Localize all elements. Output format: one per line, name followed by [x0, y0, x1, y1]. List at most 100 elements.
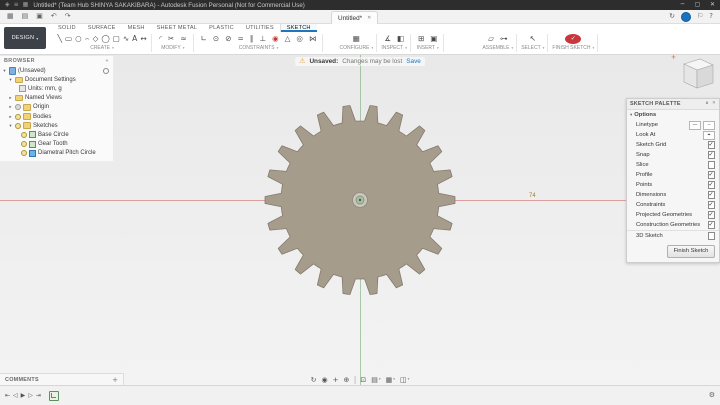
zoom-icon[interactable]: ⊕	[343, 376, 349, 384]
midpoint-constraint-icon[interactable]: △	[282, 35, 294, 43]
step-forward-icon[interactable]: ▷	[28, 392, 33, 399]
slice-checkbox[interactable]	[707, 161, 715, 169]
add-comment-icon[interactable]: +	[112, 376, 118, 384]
new-component-icon[interactable]: ▱	[485, 35, 497, 43]
visibility-bulb-icon[interactable]	[21, 150, 27, 157]
select-dropdown[interactable]: SELECT	[521, 45, 544, 51]
app-logo-icon[interactable]: ◈	[5, 2, 10, 8]
close-tab-icon[interactable]: ✕	[367, 15, 371, 21]
caret-down-icon[interactable]	[2, 68, 7, 74]
orbit-icon[interactable]: ↻	[311, 376, 317, 384]
visibility-bulb-icon[interactable]	[15, 104, 21, 111]
dimensions-checkbox[interactable]	[707, 191, 715, 199]
notification-icon[interactable]: ⚐	[697, 13, 703, 20]
component-color-swatch-icon[interactable]	[103, 67, 109, 74]
tab-sketch[interactable]: SKETCH	[279, 23, 317, 32]
solid-linetype-icon[interactable]: —	[689, 120, 701, 130]
tab-surface[interactable]: SURFACE	[82, 23, 122, 32]
finish-sketch-icon[interactable]: ✓	[565, 33, 582, 44]
offset-icon[interactable]: ≈	[177, 35, 189, 43]
assemble-dropdown[interactable]: ASSEMBLE	[482, 45, 513, 51]
dimension-icon[interactable]: ↔	[139, 35, 148, 43]
display-settings-icon[interactable]: ▤	[371, 376, 380, 384]
user-avatar[interactable]	[681, 11, 691, 22]
visibility-bulb-icon[interactable]	[21, 131, 27, 138]
browser-item-document-settings[interactable]: Document Settings	[0, 75, 113, 84]
caret-right-icon[interactable]	[8, 114, 13, 120]
browser-item-bodies[interactable]: Bodies	[0, 112, 113, 121]
construction-linetype-icon[interactable]: ╌	[703, 120, 715, 130]
section-analysis-icon[interactable]: ◧	[394, 35, 407, 43]
polygon-icon[interactable]: ◇	[91, 35, 100, 43]
browser-item-diametral-pitch-circle[interactable]: Diametral Pitch Circle	[0, 149, 113, 158]
tab-utilities[interactable]: UTILITIES	[240, 23, 280, 32]
visibility-bulb-icon[interactable]	[21, 141, 27, 148]
caret-down-icon[interactable]	[8, 77, 13, 83]
inspect-dropdown[interactable]: INSPECT	[381, 45, 406, 51]
browser-item-units[interactable]: Units: mm, g	[0, 84, 113, 93]
tab-plastic[interactable]: PLASTIC	[203, 23, 240, 32]
maximize-button[interactable]: ▢	[690, 0, 705, 10]
symmetry-constraint-icon[interactable]: ⋈	[306, 35, 320, 43]
spline-icon[interactable]: ∿	[121, 35, 130, 43]
browser-item-base-circle[interactable]: Base Circle	[0, 130, 113, 139]
insert-dropdown[interactable]: INSERT	[417, 45, 439, 51]
palette-options-section[interactable]: Options	[627, 110, 719, 120]
modify-dropdown[interactable]: MODIFY	[161, 45, 184, 51]
configure-dropdown[interactable]: CONFIGURE	[339, 45, 373, 51]
fillet-icon[interactable]: ◜	[156, 35, 165, 43]
close-palette-icon[interactable]: ✕	[712, 101, 716, 107]
rectangle-icon[interactable]: ▭	[64, 35, 74, 43]
timeline-settings-gear-icon[interactable]: ⚙	[709, 392, 715, 399]
step-back-icon[interactable]: ◁	[13, 392, 18, 399]
save-icon[interactable]: ▣	[33, 13, 46, 20]
pan-icon[interactable]: +	[333, 376, 339, 384]
joint-icon[interactable]: ⊶	[497, 35, 511, 43]
browser-item-named-views[interactable]: Named Views	[0, 94, 113, 103]
gear-center-point[interactable]	[358, 198, 362, 202]
dock-browser-icon[interactable]: «	[105, 58, 109, 64]
constraints-checkbox[interactable]	[707, 201, 715, 209]
line-icon[interactable]: ╲	[56, 35, 64, 43]
data-panel-icon[interactable]: ▦	[4, 13, 17, 20]
caret-down-icon[interactable]	[8, 123, 13, 129]
tangent-constraint-icon[interactable]: ⊘	[222, 35, 234, 43]
snap-checkbox[interactable]	[707, 151, 715, 159]
coincident-constraint-icon[interactable]: ⊙	[210, 35, 222, 43]
grid-settings-icon[interactable]: ▦	[386, 376, 395, 384]
parallel-constraint-icon[interactable]: ∥	[247, 35, 257, 43]
window-switch-icon[interactable]: ▦	[23, 2, 29, 8]
minimize-button[interactable]: ─	[675, 0, 690, 10]
fix-lock-constraint-icon[interactable]: ◉	[269, 35, 282, 43]
select-icon[interactable]: ↖	[527, 35, 539, 43]
3d-sketch-checkbox[interactable]	[707, 232, 715, 240]
projected-geometries-checkbox[interactable]	[707, 211, 715, 219]
finish-sketch-button[interactable]: Finish Sketch	[667, 245, 715, 258]
job-status-icon[interactable]: ↻	[669, 13, 675, 20]
play-icon[interactable]: ▶	[21, 392, 26, 399]
equal-constraint-icon[interactable]: =	[235, 35, 247, 43]
caret-right-icon[interactable]	[8, 104, 13, 110]
horizontal-vertical-constraint-icon[interactable]: ∟	[198, 35, 210, 43]
slot-icon[interactable]: ▢	[111, 35, 121, 43]
workspace-selector[interactable]: DESIGN	[4, 27, 46, 49]
construction-geometries-checkbox[interactable]	[707, 221, 715, 229]
visibility-bulb-icon[interactable]	[15, 122, 21, 129]
go-to-end-icon[interactable]: ⇥	[36, 392, 41, 399]
constraints-dropdown[interactable]: CONSTRAINTS	[239, 45, 279, 51]
profile-checkbox[interactable]	[707, 171, 715, 179]
fit-icon[interactable]: ⊡	[360, 376, 366, 384]
insert-icon[interactable]: ⊞	[415, 35, 427, 43]
sketch-palette-header[interactable]: SKETCH PALETTE ∧ ✕	[627, 99, 719, 110]
browser-item-root[interactable]: (Unsaved)	[0, 66, 113, 75]
app-menu-icon[interactable]: ≡	[14, 2, 19, 8]
circle-icon[interactable]: ○	[74, 35, 84, 43]
save-link[interactable]: Save	[406, 58, 421, 65]
caret-right-icon[interactable]	[8, 95, 13, 101]
text-icon[interactable]: A	[131, 35, 139, 43]
sketch-dimension-label[interactable]: 74	[529, 193, 536, 199]
concentric-constraint-icon[interactable]: ◎	[293, 35, 306, 43]
tab-mesh[interactable]: MESH	[122, 23, 151, 32]
configure-icon[interactable]: ▦	[350, 35, 363, 43]
perpendicular-constraint-icon[interactable]: ⊥	[257, 35, 270, 43]
